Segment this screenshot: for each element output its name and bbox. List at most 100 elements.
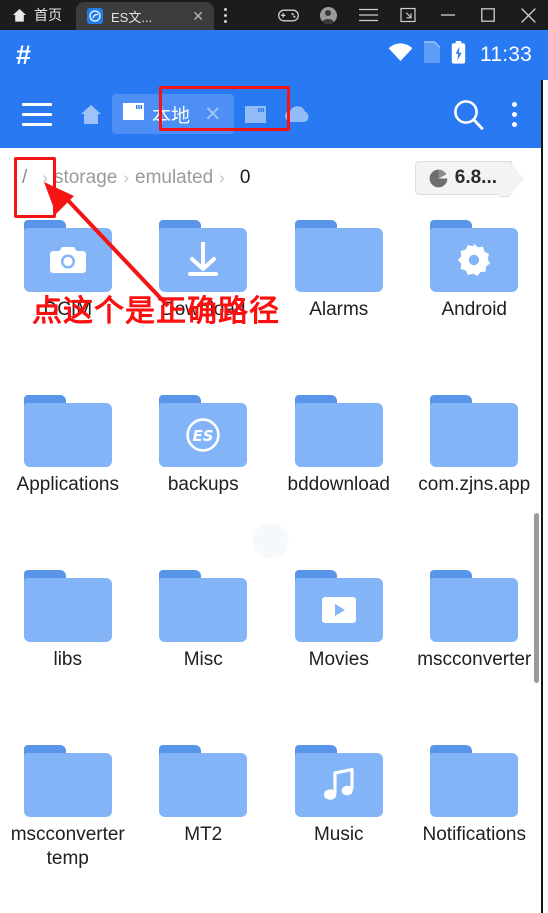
none: [430, 403, 518, 467]
none: [430, 753, 518, 817]
app-toolbar: 本地 ✕: [0, 80, 548, 148]
home-tab-label: 首页: [34, 7, 62, 23]
file-name-label: Applications: [16, 474, 119, 495]
dot: [223, 7, 227, 11]
window-right-margin: [543, 80, 548, 913]
none: [24, 403, 112, 467]
folder-icon: [23, 570, 112, 642]
tab-overflow-icon[interactable]: [214, 0, 236, 30]
none: [24, 753, 112, 817]
window-title-bar: 首页 ES文... ✕: [0, 0, 548, 30]
file-grid-item[interactable]: mscconvertertemp: [0, 733, 136, 908]
status-left-glyph: #: [16, 39, 31, 70]
file-grid-item[interactable]: bddownload: [271, 383, 407, 558]
toolbar-cloud-icon[interactable]: [276, 91, 318, 137]
breadcrumb-root[interactable]: /: [14, 167, 37, 189]
file-grid-item[interactable]: Movies: [271, 558, 407, 733]
file-name-label: MT2: [184, 824, 223, 845]
folder-icon: [159, 745, 248, 817]
none: [295, 228, 383, 292]
folder-icon: [430, 570, 519, 642]
status-icons: 11:33: [388, 41, 532, 69]
dot: [511, 121, 517, 127]
toolbar-home-icon[interactable]: [72, 91, 110, 137]
file-name-label: Android: [441, 299, 508, 320]
storage-badge-label: 6.8...: [454, 167, 497, 188]
folder-icon: [23, 395, 112, 467]
browser-tab-es-file-explorer[interactable]: ES文... ✕: [76, 2, 214, 30]
storage-badge[interactable]: 6.8...: [414, 161, 512, 195]
search-icon[interactable]: [442, 89, 494, 139]
location-tab-close-icon[interactable]: ✕: [198, 104, 228, 125]
file-grid-item[interactable]: Applications: [0, 383, 136, 558]
folder-icon: [294, 220, 383, 292]
dot: [511, 101, 517, 107]
account-avatar-icon[interactable]: [308, 0, 348, 30]
folder-icon: [159, 220, 248, 292]
es-file-explorer-icon: [87, 8, 103, 24]
file-grid-item[interactable]: Android: [407, 208, 543, 383]
file-name-label: Misc: [183, 649, 223, 670]
toolbar-overflow-icon[interactable]: [494, 89, 534, 139]
resize-icon[interactable]: [388, 0, 428, 30]
folder-icon: [23, 745, 112, 817]
home-tab[interactable]: 首页: [0, 0, 76, 30]
tab-label: ES文...: [111, 9, 153, 25]
gear-icon: [430, 228, 518, 292]
annotation-text: 点这个是正确路径: [32, 294, 280, 329]
none: [24, 578, 112, 642]
file-name-label: Music: [313, 824, 364, 845]
maximize-icon[interactable]: [468, 0, 508, 30]
svg-text:ES: ES: [193, 427, 214, 445]
none: [159, 753, 247, 817]
pie-chart-icon: [429, 169, 448, 188]
es-logo-icon: ES: [159, 403, 247, 467]
vertical-scrollbar[interactable]: [534, 513, 539, 683]
play-icon: [295, 578, 383, 642]
folder-icon: [430, 395, 519, 467]
download-icon: [159, 228, 247, 292]
file-name-label: com.zjns.app: [418, 474, 531, 495]
sim-card-icon: [423, 41, 441, 69]
file-grid-item[interactable]: Alarms: [271, 208, 407, 383]
battery-charging-icon: [451, 41, 466, 69]
gamepad-icon[interactable]: [268, 0, 308, 30]
dot: [511, 111, 517, 117]
file-grid-item[interactable]: libs: [0, 558, 136, 733]
folder-icon: [430, 745, 519, 817]
file-name-label: Alarms: [309, 299, 369, 320]
file-name-label: Notifications: [422, 824, 527, 845]
toolbar-sdcard-icon[interactable]: [234, 91, 276, 137]
file-name-label: mscconvertertemp: [10, 824, 125, 869]
minimize-icon[interactable]: [428, 0, 468, 30]
tab-close-icon[interactable]: ✕: [190, 9, 206, 23]
file-name-label: backups: [167, 474, 239, 495]
none: [159, 578, 247, 642]
breadcrumb-item-current[interactable]: 0: [230, 167, 252, 189]
hamburger-menu-icon[interactable]: [14, 91, 60, 137]
location-tab-local[interactable]: 本地 ✕: [112, 94, 234, 134]
menu-icon[interactable]: [348, 0, 388, 30]
file-grid-item[interactable]: MT2: [136, 733, 272, 908]
close-icon[interactable]: [508, 0, 548, 30]
emulator-window: 首页 ES文... ✕ # 11:33 本地 ✕ / › storage › e…: [0, 0, 548, 913]
touch-indicator: [254, 524, 287, 557]
file-grid-item[interactable]: com.zjns.app: [407, 383, 543, 558]
file-name-label: libs: [53, 649, 82, 670]
window-controls: [268, 0, 548, 30]
folder-icon: [430, 220, 519, 292]
bar: [22, 122, 52, 126]
folder-icon: ES: [159, 395, 248, 467]
folder-icon: [294, 570, 383, 642]
file-grid-item[interactable]: Misc: [136, 558, 272, 733]
location-tab-label: 本地: [152, 105, 191, 127]
file-grid-item[interactable]: Notifications: [407, 733, 543, 908]
file-grid-item[interactable]: mscconverter: [407, 558, 543, 733]
file-grid-item[interactable]: Music: [271, 733, 407, 908]
bar: [22, 102, 52, 106]
file-name-label: mscconverter: [417, 649, 532, 670]
wifi-icon: [388, 43, 413, 67]
file-grid-item[interactable]: ES backups: [136, 383, 272, 558]
window-edge-line: [541, 80, 543, 913]
music-note-icon: [295, 753, 383, 817]
